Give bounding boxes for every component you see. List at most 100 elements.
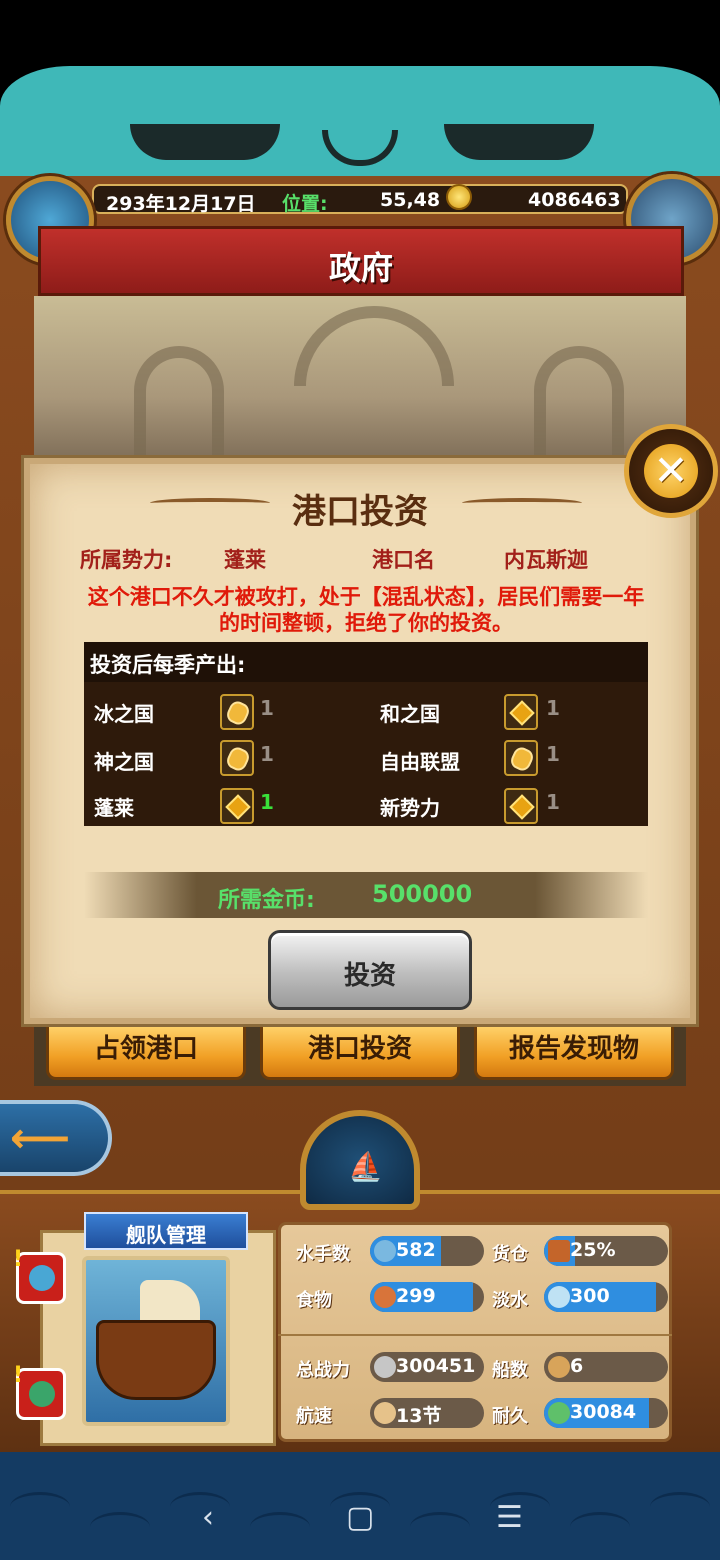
ship-icon: ⛵ (348, 1150, 383, 1183)
food-label: 食物 (296, 1290, 332, 1311)
production-value: 1 (260, 790, 274, 814)
invest-button-label: 投资 (343, 961, 396, 991)
speed-value: 13节 (396, 1405, 442, 1427)
occupy-port-button[interactable]: 占领港口 (46, 1026, 246, 1080)
gold-gem-icon (504, 788, 538, 824)
ships-label: 船数 (492, 1360, 528, 1381)
ship-alert-button[interactable]: ! (13, 1363, 66, 1420)
power-bar: 300451 (370, 1352, 484, 1382)
alert-icon: ! (13, 1363, 24, 1388)
gold-ore-icon (504, 740, 538, 776)
report-discovery-label: 报告发现物 (508, 1034, 639, 1064)
power-label: 总战力 (296, 1360, 350, 1381)
cargo-bar: 25% (544, 1236, 668, 1266)
sailors-label: 水手数 (296, 1244, 350, 1265)
sailor-icon (374, 1240, 396, 1262)
stats-divider (278, 1334, 672, 1336)
food-value: 299 (396, 1285, 436, 1307)
system-nav-bar: ‹ ▢ ☰ (0, 1480, 720, 1560)
top-hud: 293年12月17日 位置: 55,48 4086463 (92, 184, 628, 215)
sailor-icon (29, 1265, 55, 1291)
nav-menu-icon[interactable]: ☰ (496, 1500, 523, 1535)
power-value: 300451 (396, 1355, 476, 1377)
sailor-alert-button[interactable]: ! (13, 1247, 66, 1304)
occupy-port-label: 占领港口 (93, 1034, 198, 1064)
production-value: 1 (546, 742, 560, 766)
production-value: 1 (546, 790, 560, 814)
cargo-crate-icon (548, 1240, 570, 1262)
sailors-value: 582 (396, 1239, 436, 1261)
cost-label: 所需金币: (218, 888, 315, 913)
water-label: 淡水 (492, 1290, 528, 1311)
ship-count-icon (548, 1356, 570, 1378)
location-label: 位置: (282, 193, 328, 215)
ships-bar: 6 (544, 1352, 668, 1382)
cost-value: 500000 (372, 880, 473, 908)
water-value: 300 (570, 1285, 610, 1307)
production-header: 投资后每季产出: (84, 642, 648, 682)
production-table: 投资后每季产出: 冰之国 1 和之国 1 神之国 1 自由联盟 1 蓬莱 1 新… (84, 642, 648, 826)
warning-message: 这个港口不久才被攻打，处于【混乱状态】，居民们需要一年的时间整顿，拒绝了你的投资… (87, 585, 645, 635)
production-value: 1 (260, 742, 274, 766)
alert-icon: ! (13, 1247, 24, 1272)
production-name: 和之国 (380, 702, 440, 726)
meat-icon (374, 1286, 396, 1308)
port-invest-label: 港口投资 (307, 1034, 412, 1064)
close-button[interactable]: ✕ (624, 424, 718, 518)
status-bar (0, 0, 720, 66)
water-bar: 300 (544, 1282, 668, 1312)
ships-value: 6 (570, 1355, 584, 1377)
page-title: 政府 (328, 249, 393, 287)
nav-back-icon[interactable]: ‹ (202, 1500, 214, 1535)
production-name: 自由联盟 (380, 750, 460, 774)
production-name: 冰之国 (94, 702, 154, 726)
port-name-value: 内瓦斯迦 (504, 548, 588, 572)
gold-ore-icon (220, 694, 254, 730)
back-button[interactable]: ⟵ (0, 1100, 112, 1176)
production-value: 1 (260, 696, 274, 720)
port-invest-button[interactable]: 港口投资 (260, 1026, 460, 1080)
sailors-bar: 582 (370, 1236, 484, 1266)
production-value: 1 (546, 696, 560, 720)
faction-label: 所属势力: (80, 548, 173, 572)
mascot-right-eye (444, 124, 594, 160)
mascot-left-eye (130, 124, 280, 160)
fleet-title-label: 舰队管理 (126, 1223, 206, 1247)
speed-label: 航速 (296, 1406, 332, 1427)
gold-gem-icon (504, 694, 538, 730)
faction-value: 蓬莱 (224, 548, 266, 572)
production-name: 新势力 (380, 796, 440, 820)
durability-label: 耐久 (492, 1406, 528, 1427)
mascot-banner (0, 66, 720, 176)
ship-alert-icon (29, 1381, 55, 1407)
port-name-label: 港口名 (372, 548, 435, 572)
nav-home-icon[interactable]: ▢ (346, 1500, 374, 1535)
production-name: 神之国 (94, 750, 154, 774)
durability-value: 30084 (570, 1401, 637, 1423)
repair-icon (548, 1402, 570, 1424)
crossed-swords-icon (374, 1356, 396, 1378)
dialog-title: 港口投资 (292, 492, 428, 532)
speed-bar: 13节 (370, 1398, 484, 1428)
report-discovery-button[interactable]: 报告发现物 (474, 1026, 674, 1080)
title-banner: 政府 (38, 226, 684, 296)
invest-button[interactable]: 投资 (268, 930, 472, 1010)
ship-hull (96, 1320, 216, 1400)
cargo-label: 货仓 (492, 1244, 528, 1265)
food-bar: 299 (370, 1282, 484, 1312)
game-date: 293年12月17日 (106, 193, 256, 215)
location-value: 55,48 (380, 189, 441, 211)
production-name: 蓬莱 (94, 796, 134, 820)
fleet-title[interactable]: 舰队管理 (84, 1212, 248, 1250)
production-header-text: 投资后每季产出: (90, 653, 246, 677)
cost-row: 所需金币: 500000 (84, 872, 648, 918)
gold-amount: 4086463 (528, 189, 621, 211)
close-icon: ✕ (644, 444, 698, 498)
port-invest-dialog: 港口投资 所属势力: 蓬莱 港口名 内瓦斯迦 这个港口不久才被攻打，处于【混乱状… (24, 458, 696, 1024)
gold-coin-icon (446, 184, 472, 210)
sailboat-icon (374, 1402, 396, 1424)
gold-gem-icon (220, 788, 254, 824)
arrow-left-icon: ⟵ (10, 1113, 71, 1162)
government-scene-image (34, 296, 686, 466)
mascot-mouth (322, 130, 398, 166)
